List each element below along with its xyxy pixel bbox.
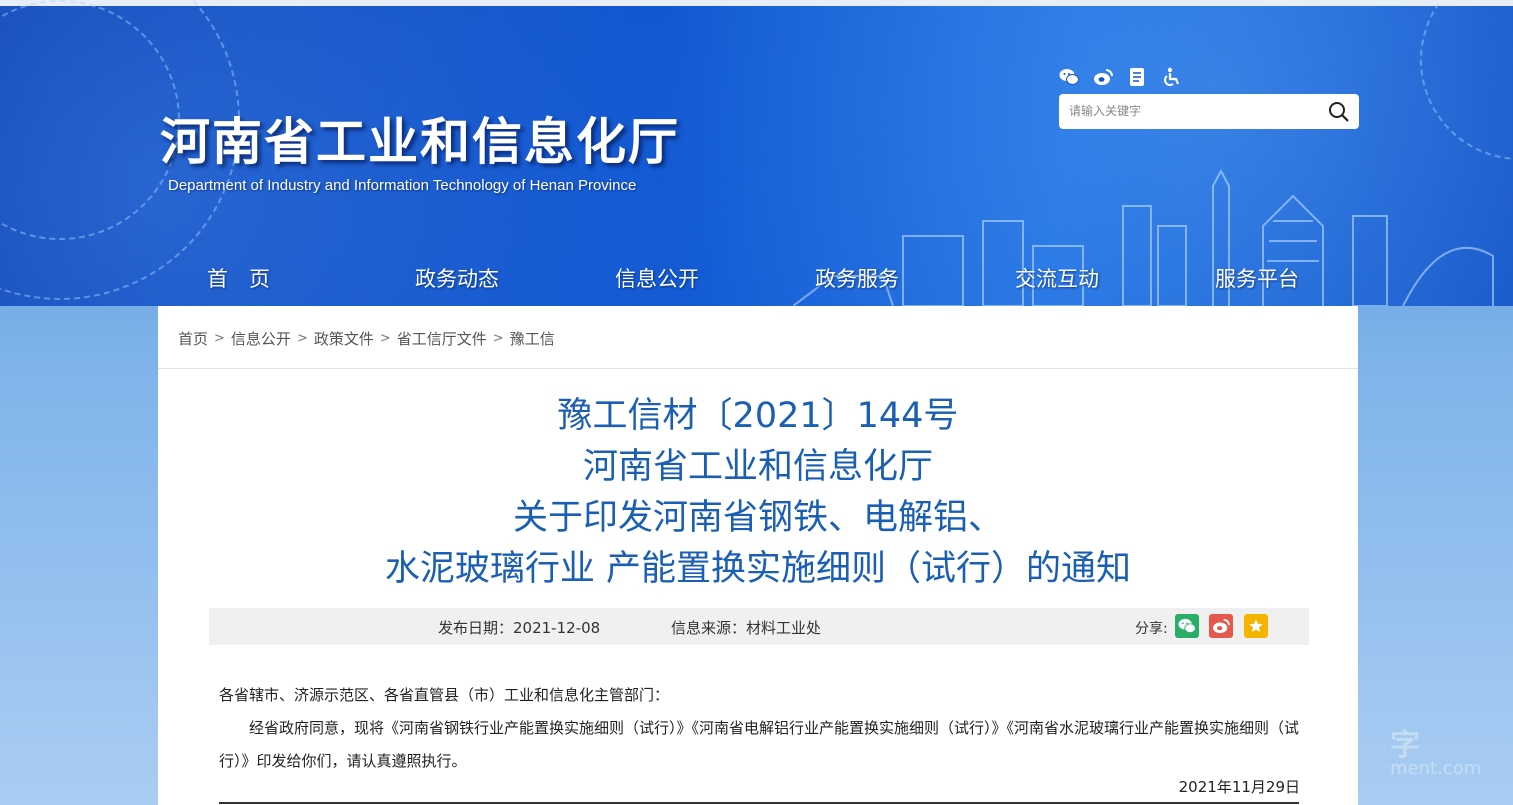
header-top-border [0, 0, 1513, 6]
weibo-icon [1213, 618, 1230, 634]
body-bottom-rule [219, 802, 1299, 804]
content-panel: 首页 > 信息公开 > 政策文件 > 省工信厅文件 > 豫工信 豫工信材〔202… [158, 306, 1358, 805]
breadcrumb-home[interactable]: 首页 [178, 328, 208, 349]
breadcrumb-separator: > [214, 331, 225, 346]
nav-item-news[interactable]: 政务动态 [415, 262, 499, 296]
search-box [1059, 94, 1359, 129]
site-subtitle: Department of Industry and Information T… [168, 177, 637, 194]
document-body: 各省辖市、济源示范区、各省直管县（市）工业和信息化主管部门： 经省政府同意，现将… [219, 679, 1299, 778]
breadcrumb-separator: > [492, 331, 504, 346]
publish-date: 发布日期：2021-12-08 [438, 619, 601, 637]
search-button[interactable] [1327, 100, 1351, 124]
info-source: 信息来源：材料工业处 [671, 619, 822, 637]
wechat-icon [1178, 618, 1196, 634]
document-number: 豫工信材〔2021〕144号 [557, 396, 959, 436]
sign-date: 2021年11月29日 [1178, 778, 1300, 796]
salutation: 各省辖市、济源示范区、各省直管县（市）工业和信息化主管部门： [219, 686, 670, 704]
nav-item-platform[interactable]: 服务平台 [1215, 262, 1299, 296]
breadcrumb-policy-files[interactable]: 政策文件 [314, 328, 374, 349]
breadcrumb-yugongxin[interactable]: 豫工信 [510, 328, 555, 349]
document-title-line: 关于印发河南省钢铁、电解铝、 [512, 498, 1003, 538]
site-header: 河南省工业和信息化厅 Department of Industry and In… [0, 0, 1513, 306]
nav-item-home[interactable]: 首 页 [207, 262, 270, 296]
nav-item-info-disclosure[interactable]: 信息公开 [615, 262, 699, 296]
watermark-sub: ment.com [1390, 758, 1482, 779]
document-title-line: 水泥玻璃行业 产能置换实施细则（试行）的通知 [384, 549, 1132, 589]
body-paragraph: 经省政府同意，现将《河南省钢铁行业产能置换实施细则（试行）》《河南省电解铝行业产… [219, 719, 1300, 770]
weibo-icon[interactable] [1092, 66, 1114, 88]
breadcrumb-divider [158, 368, 1358, 369]
share-label: 分享: [1135, 621, 1168, 637]
document-icon[interactable] [1126, 66, 1148, 88]
breadcrumb: 首页 > 信息公开 > 政策文件 > 省工信厅文件 > 豫工信 [178, 328, 555, 349]
breadcrumb-info-disclosure[interactable]: 信息公开 [231, 328, 291, 349]
wechat-icon[interactable] [1058, 66, 1080, 88]
breadcrumb-separator: > [379, 331, 391, 346]
star-icon [1249, 619, 1263, 632]
header-quick-icons [1058, 66, 1182, 88]
share-weibo-button[interactable] [1209, 614, 1233, 638]
decorative-ring-right [1420, 0, 1513, 160]
document-title: 豫工信材〔2021〕144号 河南省工业和信息化厅 关于印发河南省钢铁、电解铝、… [158, 391, 1358, 595]
document-meta-bar: 发布日期：2021-12-08 信息来源：材料工业处 分享: [209, 608, 1309, 645]
search-input[interactable] [1069, 100, 1319, 122]
site-title: 河南省工业和信息化厅 [160, 113, 680, 171]
share-wechat-button[interactable] [1175, 614, 1199, 638]
search-icon [1329, 102, 1349, 122]
main-nav: 首 页 政务动态 信息公开 政务服务 交流互动 服务平台 [0, 262, 1513, 296]
document-issuer: 河南省工业和信息化厅 [582, 447, 933, 487]
accessibility-icon[interactable] [1160, 66, 1182, 88]
nav-item-interaction[interactable]: 交流互动 [1015, 262, 1099, 296]
breadcrumb-department-files[interactable]: 省工信厅文件 [397, 328, 487, 349]
nav-item-services[interactable]: 政务服务 [815, 262, 899, 296]
breadcrumb-separator: > [296, 331, 308, 346]
share-favorite-button[interactable] [1244, 614, 1268, 638]
